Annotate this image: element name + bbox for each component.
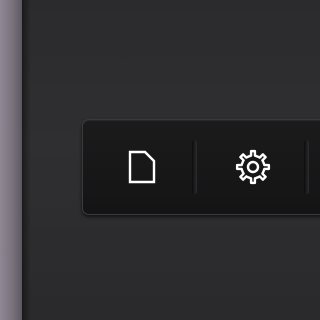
settings-button[interactable]	[224, 142, 282, 192]
gear-icon	[234, 148, 272, 186]
bezel-shadow	[23, 0, 31, 320]
toolbar	[82, 119, 320, 215]
toolbar-divider	[192, 140, 197, 194]
screen	[0, 0, 320, 320]
toolbar-divider	[304, 140, 309, 194]
gear-hole	[246, 160, 260, 174]
gear-outline	[235, 149, 271, 185]
device-bezel	[0, 0, 23, 320]
document-icon	[127, 150, 157, 184]
new-document-button[interactable]	[113, 142, 171, 192]
